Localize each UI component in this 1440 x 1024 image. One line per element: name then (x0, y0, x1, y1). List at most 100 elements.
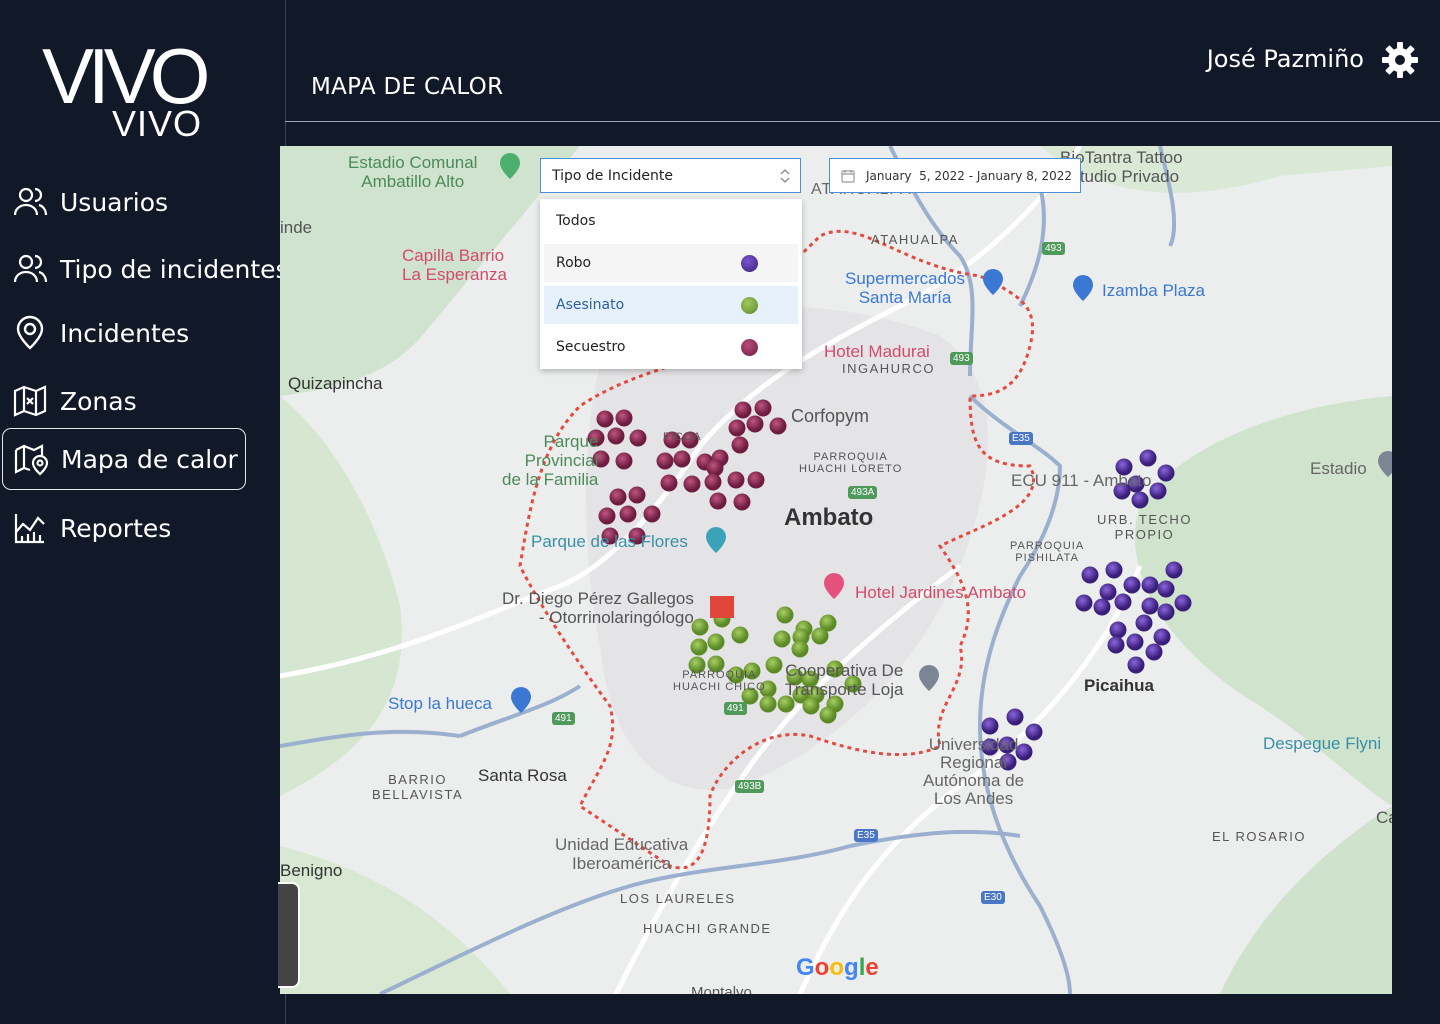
secuestro-incident-marker[interactable] (728, 419, 746, 437)
robo-incident-marker[interactable] (1093, 598, 1111, 616)
robo-incident-marker[interactable] (1141, 597, 1159, 615)
street-view-control[interactable] (278, 882, 300, 988)
secuestro-incident-marker[interactable] (628, 486, 646, 504)
robo-incident-marker[interactable] (1075, 594, 1093, 612)
shop-marker-icon (511, 687, 531, 713)
menu-option-todos[interactable]: Todos (544, 202, 798, 240)
page-title: MAPA DE CALOR (311, 74, 504, 100)
secuestro-incident-marker[interactable] (769, 417, 787, 435)
menu-option-secuestro[interactable]: Secuestro (544, 328, 798, 366)
robo-incident-marker[interactable] (1141, 576, 1159, 594)
robo-incident-marker[interactable] (1157, 464, 1175, 482)
secuestro-incident-marker[interactable] (609, 488, 627, 506)
sidebar-item-incidentes[interactable]: Incidentes (2, 302, 189, 364)
asesinato-incident-marker[interactable] (819, 706, 837, 724)
incident-type-select[interactable]: Tipo de Incidente (540, 158, 801, 193)
secuestro-incident-marker[interactable] (747, 471, 765, 489)
map-label-hotel-jardines: Hotel Jardines Ambato (855, 583, 1027, 602)
robo-incident-marker[interactable] (1123, 576, 1141, 594)
robo-incident-marker[interactable] (1109, 621, 1127, 639)
secuestro-incident-marker[interactable] (656, 452, 674, 470)
secuestro-incident-marker[interactable] (643, 505, 661, 523)
robo-incident-marker[interactable] (1157, 603, 1175, 621)
asesinato-incident-marker[interactable] (773, 630, 791, 648)
secuestro-incident-marker[interactable] (733, 493, 751, 511)
asesinato-incident-marker[interactable] (707, 633, 725, 651)
secuestro-incident-marker[interactable] (683, 475, 701, 493)
robo-incident-marker[interactable] (1126, 633, 1144, 651)
map-label-ficoa: FICOA (663, 431, 702, 443)
sidebar-item-label: Incidentes (60, 318, 190, 348)
secuestro-incident-marker[interactable] (607, 427, 625, 445)
secuestro-incident-marker[interactable] (746, 415, 764, 433)
heat-map[interactable]: Estadio Comunal Ambatillo Alto BioTantra… (280, 146, 1392, 994)
robo-incident-marker[interactable] (1135, 614, 1153, 632)
asesinato-incident-marker[interactable] (776, 606, 794, 624)
robo-incident-marker[interactable] (1127, 656, 1145, 674)
robo-incident-marker[interactable] (1139, 449, 1157, 467)
menu-option-robo[interactable]: Robo (544, 244, 798, 282)
robo-incident-marker[interactable] (1149, 482, 1167, 500)
map-label-quizapincha: Quizapincha (288, 374, 383, 393)
robo-incident-marker[interactable] (1157, 580, 1175, 598)
secuestro-incident-marker[interactable] (598, 507, 616, 525)
robo-incident-marker[interactable] (1114, 593, 1132, 611)
sidebar-item-label: Mapa de calor (61, 444, 238, 474)
gear-icon[interactable] (1380, 40, 1420, 80)
asesinato-incident-marker[interactable] (802, 697, 820, 715)
map-label-estadio: Estadio (1310, 459, 1367, 478)
place-marker-icon (1378, 451, 1392, 477)
secuestro-incident-marker[interactable] (754, 399, 772, 417)
robo-incident-marker[interactable] (1174, 594, 1192, 612)
users-icon (10, 182, 50, 222)
date-range-picker[interactable]: January 5, 2022 - January 8, 2022 (829, 158, 1081, 193)
robo-incident-marker[interactable] (1107, 636, 1125, 654)
users-icon (10, 249, 50, 289)
asesinato-incident-marker[interactable] (690, 638, 708, 656)
secuestro-incident-marker[interactable] (704, 473, 722, 491)
asesinato-incident-marker[interactable] (759, 695, 777, 713)
map-label-huachi-grande: HUACHI GRANDE (643, 921, 772, 936)
sidebar-item-usuarios[interactable]: Usuarios (2, 171, 168, 233)
secuestro-incident-marker[interactable] (596, 410, 614, 428)
secuestro-incident-marker[interactable] (660, 474, 678, 492)
secuestro-incident-marker[interactable] (615, 452, 633, 470)
asesinato-incident-marker[interactable] (731, 626, 749, 644)
secuestro-incident-marker[interactable] (615, 409, 633, 427)
asesinato-incident-marker[interactable] (691, 618, 709, 636)
secuestro-incident-marker[interactable] (731, 436, 749, 454)
road-shield: 491 (552, 712, 575, 725)
sidebar-item-zonas[interactable]: Zonas (2, 370, 137, 432)
robo-incident-marker[interactable] (1006, 708, 1024, 726)
robo-incident-marker[interactable] (1081, 566, 1099, 584)
robo-incident-marker[interactable] (1153, 628, 1171, 646)
asesinato-incident-marker[interactable] (765, 656, 783, 674)
sidebar-item-tipo-de-incidentes[interactable]: Tipo de incidentes (2, 238, 289, 300)
secuestro-incident-marker[interactable] (734, 401, 752, 419)
robo-incident-marker[interactable] (1099, 583, 1117, 601)
robo-incident-marker[interactable] (1025, 723, 1043, 741)
robo-incident-marker[interactable] (1131, 491, 1149, 509)
secuestro-incident-marker[interactable] (629, 429, 647, 447)
robo-color-dot (741, 255, 758, 272)
map-label-estadio-comunal: Estadio Comunal Ambatillo Alto (348, 153, 478, 191)
menu-option-asesinato[interactable]: Asesinato (544, 286, 798, 324)
robo-incident-marker[interactable] (1165, 561, 1183, 579)
asesinato-incident-marker[interactable] (811, 627, 829, 645)
secuestro-incident-marker[interactable] (709, 492, 727, 510)
place-marker-icon (919, 665, 939, 691)
asesinato-incident-marker[interactable] (791, 640, 809, 658)
sidebar-item-mapa-de-calor[interactable]: Mapa de calor (2, 428, 246, 490)
sidebar: VIVO VIVO Usuarios Tipo de incidentes In… (0, 0, 289, 1024)
map-label-parque-flores: Parque de las Flores (531, 532, 688, 551)
robo-incident-marker[interactable] (1145, 643, 1163, 661)
secuestro-incident-marker[interactable] (619, 505, 637, 523)
option-label: Todos (556, 213, 596, 229)
option-label: Robo (556, 255, 592, 271)
secuestro-incident-marker[interactable] (673, 450, 691, 468)
sidebar-item-reportes[interactable]: Reportes (2, 497, 171, 559)
robo-incident-marker[interactable] (1105, 561, 1123, 579)
secuestro-incident-marker[interactable] (727, 471, 745, 489)
robo-incident-marker[interactable] (981, 717, 999, 735)
user-name[interactable]: José Pazmiño (1207, 45, 1364, 73)
